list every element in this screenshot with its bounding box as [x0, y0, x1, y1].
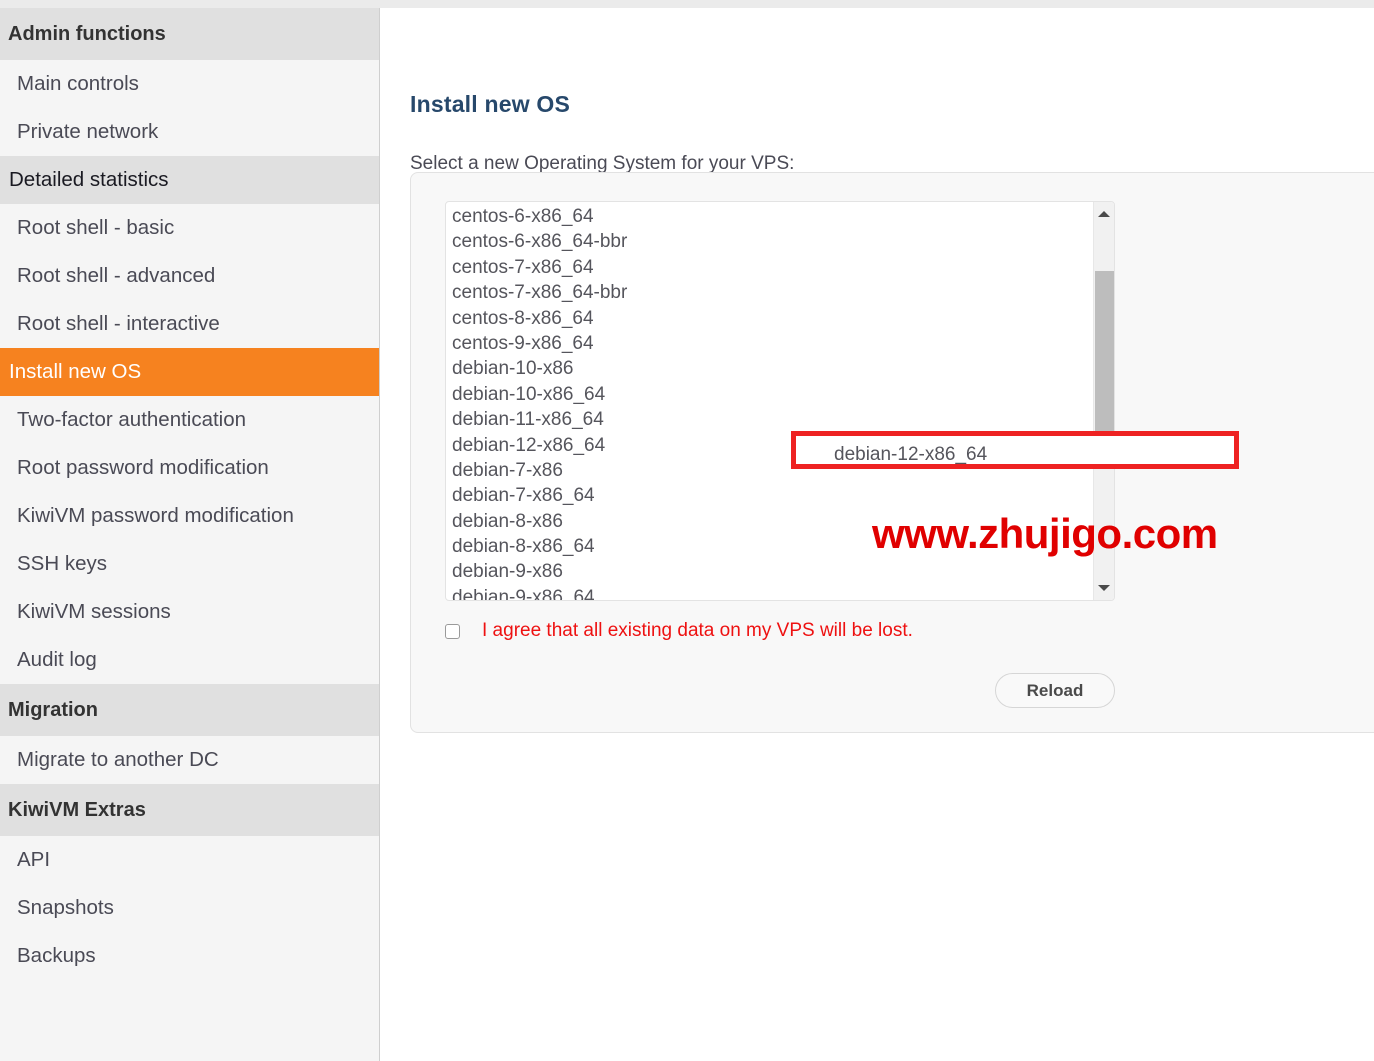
- sidebar-item-detailed-statistics[interactable]: Detailed statistics: [0, 156, 379, 204]
- sidebar-item-root-shell-interactive[interactable]: Root shell - interactive: [0, 300, 379, 348]
- sidebar-item-audit-log[interactable]: Audit log: [0, 636, 379, 684]
- os-option[interactable]: centos-8-x86_64: [446, 306, 1092, 331]
- os-option[interactable]: debian-9-x86: [446, 559, 1092, 584]
- sidebar-item-api[interactable]: API: [0, 836, 379, 884]
- os-selection-panel: centos-6-x86_64 centos-6-x86_64-bbr centos…: [410, 172, 1374, 733]
- sidebar-section-header: KiwiVM Extras: [0, 784, 379, 836]
- os-option[interactable]: centos-7-x86_64: [446, 255, 1092, 280]
- sidebar-item-root-shell-basic[interactable]: Root shell - basic: [0, 204, 379, 252]
- sidebar-item-migrate-to-another-dc[interactable]: Migrate to another DC: [0, 736, 379, 784]
- listbox-scrollbar[interactable]: [1093, 202, 1114, 600]
- reload-button[interactable]: Reload: [995, 673, 1115, 708]
- os-option[interactable]: debian-11-x86_64: [446, 407, 1092, 432]
- main-content: Install new OS Select a new Operating Sy…: [381, 8, 1374, 1061]
- os-option[interactable]: debian-9-x86_64: [446, 585, 1092, 600]
- os-option[interactable]: debian-12-x86_64: [446, 433, 1092, 458]
- agree-label[interactable]: I agree that all existing data on my VPS…: [482, 620, 913, 642]
- os-option[interactable]: debian-7-x86: [446, 458, 1092, 483]
- sidebar-item-backups[interactable]: Backups: [0, 932, 379, 980]
- os-option-list: centos-6-x86_64 centos-6-x86_64-bbr centos…: [446, 204, 1092, 600]
- sidebar-navigation: Admin functions Main controls Private netw…: [0, 8, 380, 1061]
- os-option[interactable]: centos-6-x86_64-bbr: [446, 229, 1092, 254]
- os-option[interactable]: debian-8-x86_64: [446, 534, 1092, 559]
- sidebar-item-main-controls[interactable]: Main controls: [0, 60, 379, 108]
- scroll-down-arrow-icon[interactable]: [1094, 578, 1114, 598]
- os-option[interactable]: debian-7-x86_64: [446, 483, 1092, 508]
- sidebar-section-header: Admin functions: [0, 8, 379, 60]
- sidebar-item-two-factor-authentication[interactable]: Two-factor authentication: [0, 396, 379, 444]
- top-strip: [0, 0, 1374, 8]
- sidebar-item-install-new-os[interactable]: Install new OS: [0, 348, 379, 396]
- os-option[interactable]: debian-10-x86_64: [446, 382, 1092, 407]
- sidebar-section-header: Migration: [0, 684, 379, 736]
- sidebar-item-kiwivm-password-modification[interactable]: KiwiVM password modification: [0, 492, 379, 540]
- os-listbox[interactable]: centos-6-x86_64 centos-6-x86_64-bbr centos…: [445, 201, 1115, 601]
- sidebar-item-root-password-modification[interactable]: Root password modification: [0, 444, 379, 492]
- sidebar-item-ssh-keys[interactable]: SSH keys: [0, 540, 379, 588]
- sidebar-item-snapshots[interactable]: Snapshots: [0, 884, 379, 932]
- os-option[interactable]: centos-7-x86_64-bbr: [446, 280, 1092, 305]
- sidebar-item-kiwivm-sessions[interactable]: KiwiVM sessions: [0, 588, 379, 636]
- agree-checkbox[interactable]: [445, 623, 460, 639]
- sidebar-item-root-shell-advanced[interactable]: Root shell - advanced: [0, 252, 379, 300]
- page-title: Install new OS: [410, 91, 571, 118]
- scroll-up-arrow-icon[interactable]: [1094, 204, 1114, 224]
- os-option[interactable]: debian-8-x86: [446, 509, 1092, 534]
- sidebar-item-private-network[interactable]: Private network: [0, 108, 379, 156]
- agree-row: I agree that all existing data on my VPS…: [445, 620, 913, 642]
- os-option[interactable]: centos-9-x86_64: [446, 331, 1092, 356]
- os-option[interactable]: centos-6-x86_64: [446, 204, 1092, 229]
- scrollbar-thumb[interactable]: [1095, 271, 1114, 443]
- os-option[interactable]: debian-10-x86: [446, 356, 1092, 381]
